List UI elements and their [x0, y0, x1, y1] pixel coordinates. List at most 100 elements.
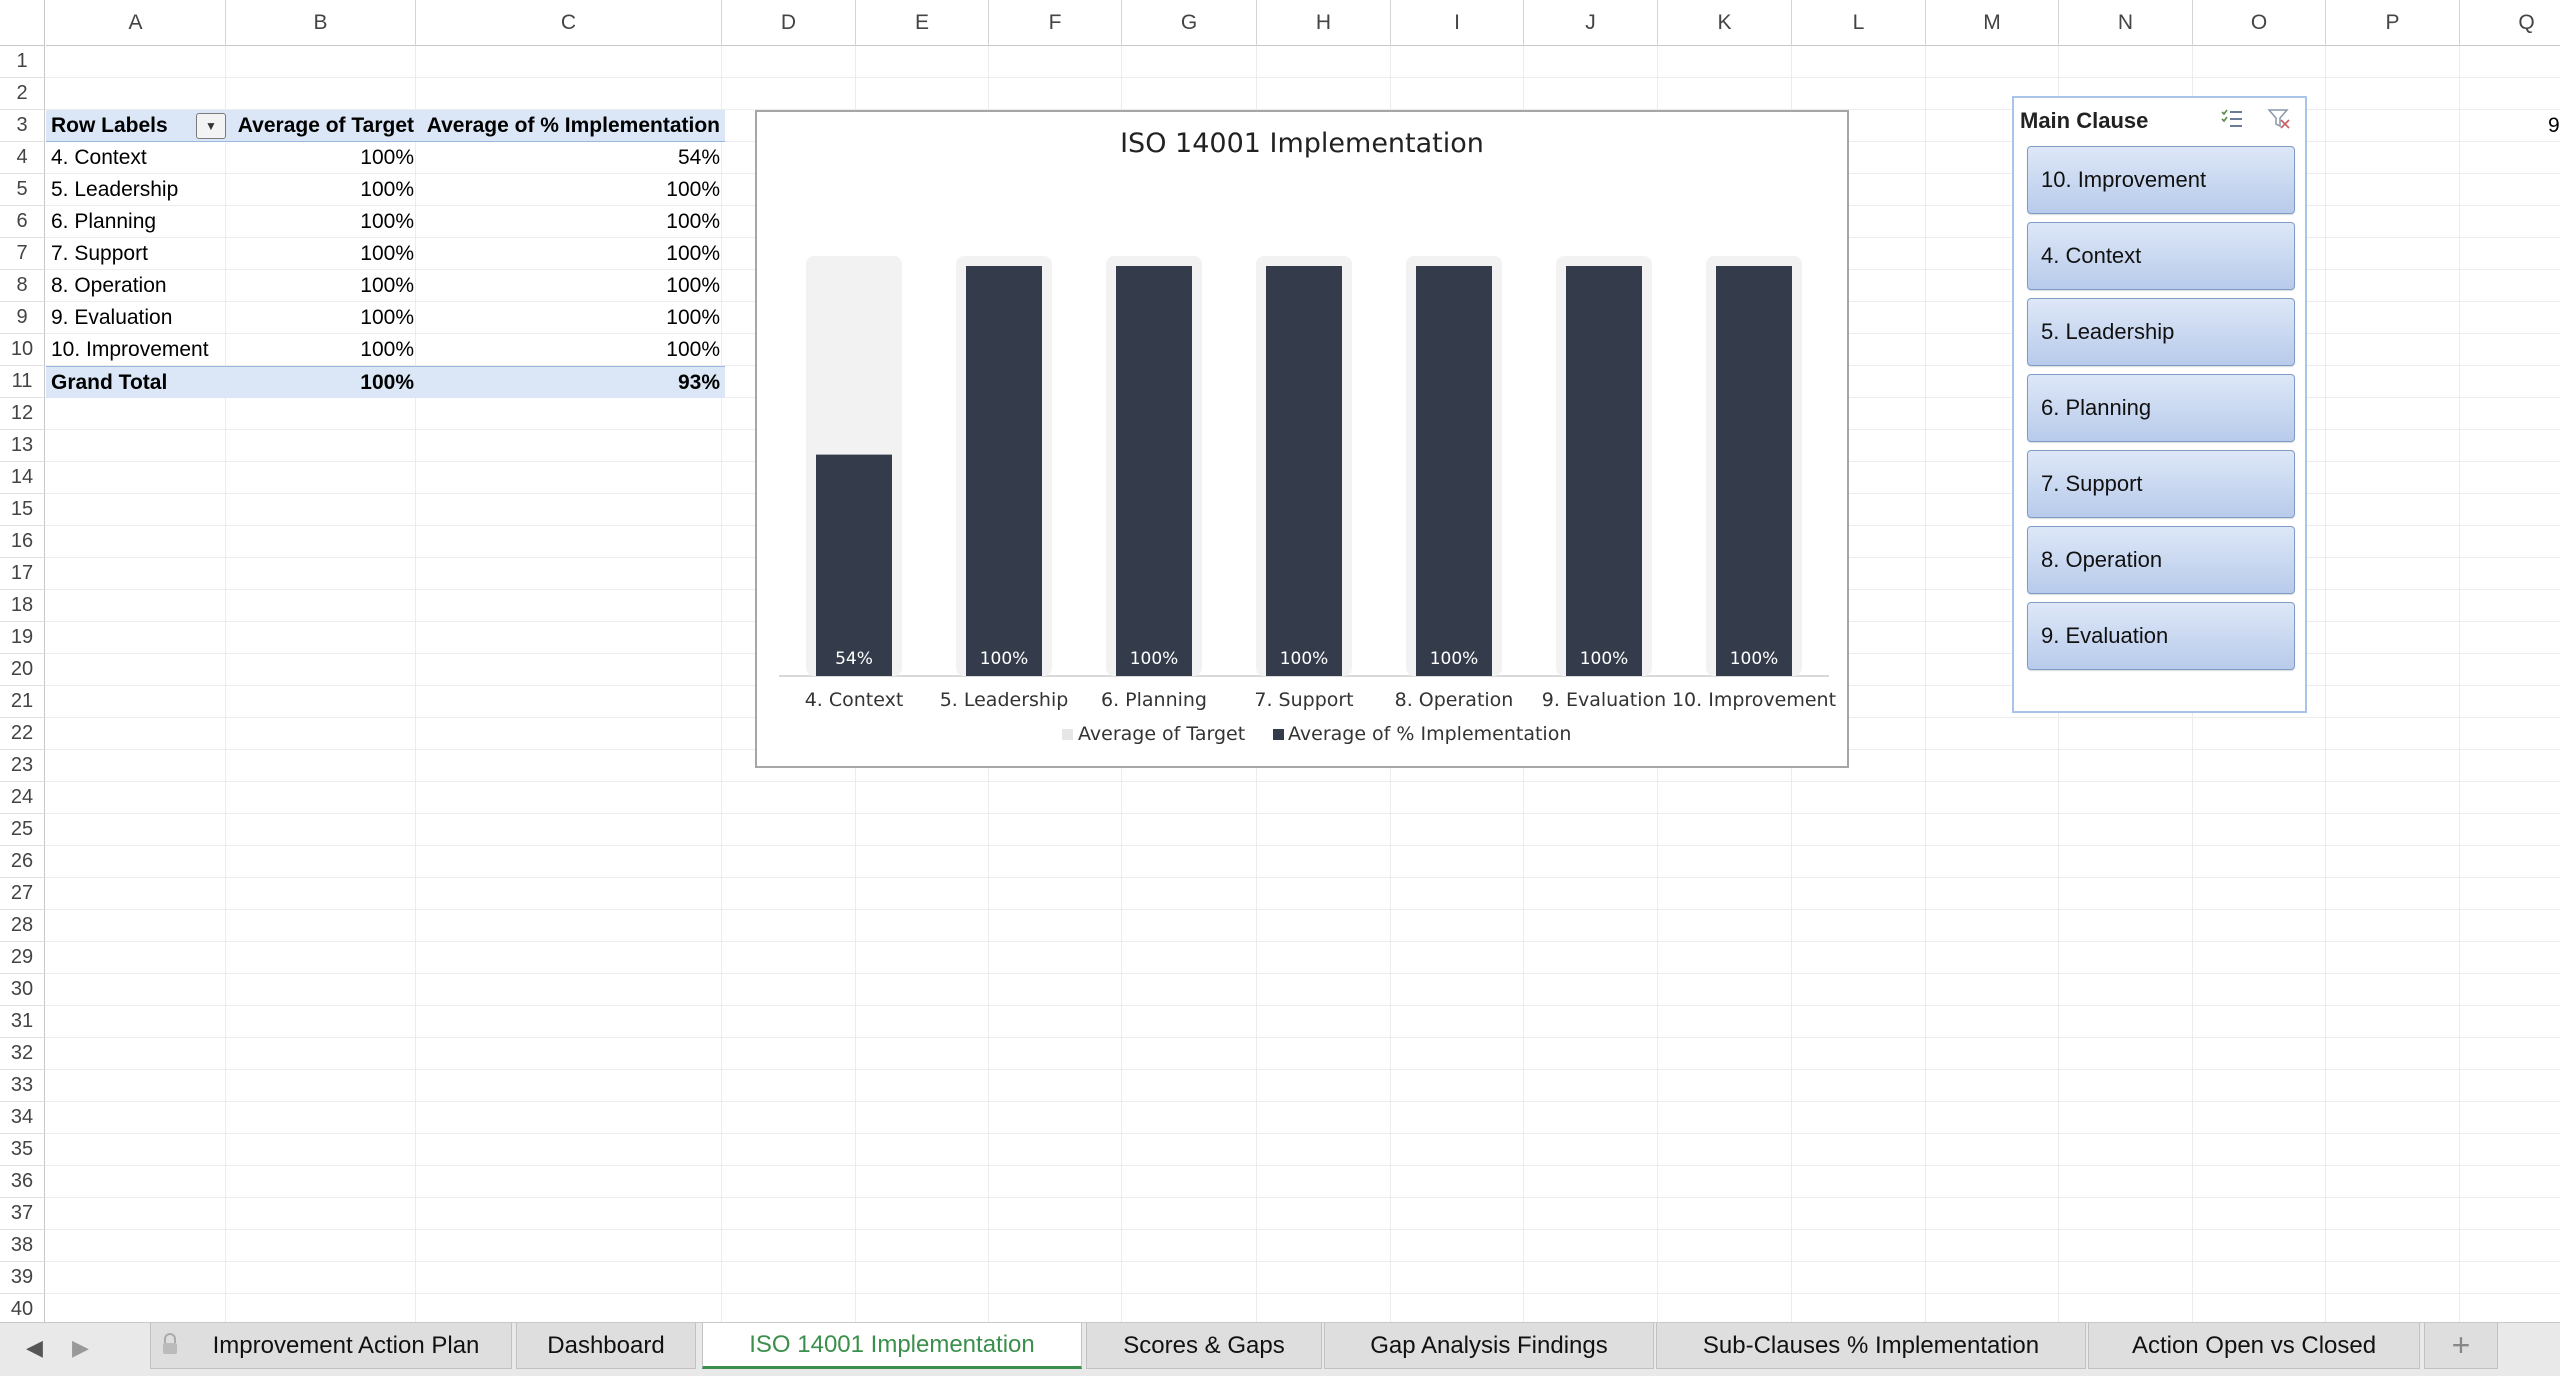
- row-header-40[interactable]: 40: [0, 1294, 45, 1322]
- bar-implementation[interactable]: [1416, 266, 1492, 676]
- clear-filter-icon[interactable]: [2264, 106, 2294, 132]
- slicer-item[interactable]: 10. Improvement: [2027, 146, 2295, 214]
- column-header-d[interactable]: D: [722, 0, 856, 46]
- column-header-f[interactable]: F: [989, 0, 1122, 46]
- pivot-cell-target[interactable]: 100%: [229, 302, 419, 334]
- bar-implementation[interactable]: [1116, 266, 1192, 676]
- pivot-cell-impl[interactable]: 100%: [419, 174, 725, 206]
- row-header-22[interactable]: 22: [0, 718, 45, 750]
- pivot-cell-impl[interactable]: 100%: [419, 302, 725, 334]
- row-header-34[interactable]: 34: [0, 1102, 45, 1134]
- row-header-1[interactable]: 1: [0, 46, 45, 78]
- pivot-cell-label[interactable]: 4. Context: [46, 142, 229, 174]
- pivot-cell-impl[interactable]: 54%: [419, 142, 725, 174]
- row-header-7[interactable]: 7: [0, 238, 45, 270]
- row-header-4[interactable]: 4: [0, 142, 45, 174]
- pivot-cell-target[interactable]: 100%: [229, 238, 419, 270]
- slicer-item[interactable]: 5. Leadership: [2027, 298, 2295, 366]
- pivot-cell-label[interactable]: 6. Planning: [46, 206, 229, 238]
- pivot-grand-total-label[interactable]: Grand Total: [46, 366, 229, 398]
- sheet-tab[interactable]: Scores & Gaps: [1086, 1323, 1322, 1369]
- pivot-cell-label[interactable]: 5. Leadership: [46, 174, 229, 206]
- row-header-33[interactable]: 33: [0, 1070, 45, 1102]
- row-header-29[interactable]: 29: [0, 942, 45, 974]
- row-header-18[interactable]: 18: [0, 590, 45, 622]
- column-header-p[interactable]: P: [2326, 0, 2460, 46]
- pivot-header-avg-target[interactable]: Average of Target: [229, 110, 419, 142]
- pivot-cell-label[interactable]: 9. Evaluation: [46, 302, 229, 334]
- row-header-39[interactable]: 39: [0, 1262, 45, 1294]
- column-header-i[interactable]: I: [1391, 0, 1524, 46]
- slicer-item[interactable]: 9. Evaluation: [2027, 602, 2295, 670]
- sheet-tab[interactable]: ISO 14001 Implementation: [702, 1323, 1082, 1369]
- add-sheet-button[interactable]: +: [2424, 1323, 2498, 1369]
- scroll-tabs-left-icon[interactable]: ◀: [26, 1335, 43, 1361]
- column-header-e[interactable]: E: [856, 0, 989, 46]
- sheet-tab[interactable]: Gap Analysis Findings: [1324, 1323, 1654, 1369]
- slicer-item[interactable]: 7. Support: [2027, 450, 2295, 518]
- row-header-36[interactable]: 36: [0, 1166, 45, 1198]
- pivot-cell-label[interactable]: 7. Support: [46, 238, 229, 270]
- pivot-cell-target[interactable]: 100%: [229, 174, 419, 206]
- select-all-corner[interactable]: [0, 0, 45, 46]
- main-clause-slicer[interactable]: Main Clause 10. Improvement 4. Context 5. …: [2012, 96, 2307, 713]
- row-header-30[interactable]: 30: [0, 974, 45, 1006]
- sheet-tab[interactable]: Sub-Clauses % Implementation: [1656, 1323, 2086, 1369]
- pivot-cell-target[interactable]: 100%: [229, 334, 419, 366]
- sheet-tab[interactable]: Dashboard: [516, 1323, 696, 1369]
- row-header-26[interactable]: 26: [0, 846, 45, 878]
- pivot-grand-total-target[interactable]: 100%: [229, 366, 419, 398]
- bar-implementation[interactable]: [816, 454, 892, 676]
- pivot-grand-total-impl[interactable]: 93%: [419, 366, 725, 398]
- bar-implementation[interactable]: [1566, 266, 1642, 676]
- row-header-17[interactable]: 17: [0, 558, 45, 590]
- pivot-cell-impl[interactable]: 100%: [419, 270, 725, 302]
- column-header-o[interactable]: O: [2193, 0, 2326, 46]
- scroll-tabs-right-icon[interactable]: ▶: [72, 1335, 89, 1361]
- slicer-item[interactable]: 6. Planning: [2027, 374, 2295, 442]
- row-header-6[interactable]: 6: [0, 206, 45, 238]
- column-header-h[interactable]: H: [1257, 0, 1391, 46]
- row-header-14[interactable]: 14: [0, 462, 45, 494]
- row-header-25[interactable]: 25: [0, 814, 45, 846]
- pivot-cell-label[interactable]: 8. Operation: [46, 270, 229, 302]
- pivot-header-avg-impl[interactable]: Average of % Implementation: [419, 110, 725, 142]
- row-header-32[interactable]: 32: [0, 1038, 45, 1070]
- slicer-item[interactable]: 8. Operation: [2027, 526, 2295, 594]
- pivot-cell-impl[interactable]: 100%: [419, 238, 725, 270]
- row-header-35[interactable]: 35: [0, 1134, 45, 1166]
- row-header-31[interactable]: 31: [0, 1006, 45, 1038]
- row-header-37[interactable]: 37: [0, 1198, 45, 1230]
- row-header-21[interactable]: 21: [0, 686, 45, 718]
- row-header-15[interactable]: 15: [0, 494, 45, 526]
- column-header-m[interactable]: M: [1926, 0, 2059, 46]
- row-header-13[interactable]: 13: [0, 430, 45, 462]
- row-header-28[interactable]: 28: [0, 910, 45, 942]
- pivot-cell-impl[interactable]: 100%: [419, 206, 725, 238]
- row-header-38[interactable]: 38: [0, 1230, 45, 1262]
- column-header-n[interactable]: N: [2059, 0, 2193, 46]
- column-header-b[interactable]: B: [226, 0, 416, 46]
- column-header-a[interactable]: A: [46, 0, 226, 46]
- multi-select-icon[interactable]: [2217, 106, 2247, 132]
- row-header-16[interactable]: 16: [0, 526, 45, 558]
- bar-implementation[interactable]: [1716, 266, 1792, 676]
- row-header-11[interactable]: 11: [0, 366, 45, 398]
- spreadsheet-grid[interactable]: ABCDEFGHIJKLMNOPQ 1 2 3 4 5 6 7 8 9 10 11 12 13 14 15 1…: [0, 0, 2560, 1322]
- row-header-19[interactable]: 19: [0, 622, 45, 654]
- pivot-chart[interactable]: ISO 14001 Implementation 54% 4. Context 10…: [755, 110, 1849, 768]
- column-header-k[interactable]: K: [1658, 0, 1792, 46]
- row-header-3[interactable]: 3: [0, 110, 45, 142]
- column-header-g[interactable]: G: [1122, 0, 1257, 46]
- row-labels-filter-button[interactable]: ▼: [196, 113, 226, 139]
- row-header-5[interactable]: 5: [0, 174, 45, 206]
- pivot-cell-label[interactable]: 10. Improvement: [46, 334, 229, 366]
- row-header-27[interactable]: 27: [0, 878, 45, 910]
- bar-implementation[interactable]: [966, 266, 1042, 676]
- row-header-20[interactable]: 20: [0, 654, 45, 686]
- row-header-23[interactable]: 23: [0, 750, 45, 782]
- row-header-2[interactable]: 2: [0, 78, 45, 110]
- pivot-cell-impl[interactable]: 100%: [419, 334, 725, 366]
- row-header-9[interactable]: 9: [0, 302, 45, 334]
- column-header-q[interactable]: Q: [2460, 0, 2560, 46]
